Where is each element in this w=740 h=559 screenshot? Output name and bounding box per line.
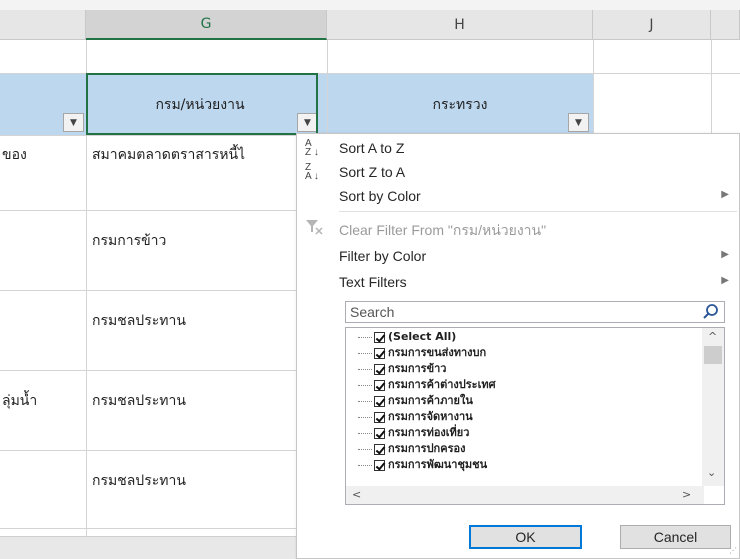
column-header-g[interactable]: G (86, 10, 327, 40)
checkbox-checked[interactable] (374, 427, 385, 439)
ok-button[interactable]: OK (469, 525, 582, 549)
text-filters-label: Text Filters (339, 274, 407, 290)
submenu-arrow-icon: ▶ (721, 189, 729, 200)
sort-a-to-z-label: Sort A to Z (339, 140, 405, 156)
filter-values-list[interactable]: (Select All) กรมการขนส่งทางบก กรมการข้าว… (345, 327, 725, 505)
checkbox-checked[interactable] (374, 331, 385, 343)
filter-dropdown-button-f[interactable]: ▼ (63, 113, 84, 132)
sort-z-to-a-item[interactable]: ZA ↓ Sort Z to A (297, 160, 740, 184)
checkbox-checked[interactable] (374, 379, 385, 391)
list-vertical-scrollbar[interactable]: ^ ⌄ (702, 328, 724, 486)
list-item-label: กรมการปกครอง (388, 442, 466, 455)
cell-g-row3[interactable]: กรมชลประทาน (92, 310, 295, 332)
column-header-h-label: H (454, 16, 465, 33)
sort-by-color-label: Sort by Color (339, 188, 421, 204)
list-item[interactable]: กรมการขนส่งทางบก (358, 346, 486, 360)
filter-by-color-item[interactable]: Filter by Color ▶ (297, 244, 740, 268)
checkbox-checked[interactable] (374, 411, 385, 423)
list-item[interactable]: กรมการค้าต่างประเทศ (358, 378, 496, 392)
sort-a-to-z-item[interactable]: AZ ↓ Sort A to Z (297, 136, 740, 160)
checkbox-checked[interactable] (374, 395, 385, 407)
cell-g-row1[interactable]: สมาคมตลาดตราสารหนี้ไ (92, 144, 295, 166)
list-item[interactable]: กรมการปกครอง (358, 442, 465, 456)
column-header-f[interactable] (0, 10, 86, 40)
list-item[interactable]: (Select All) (358, 330, 456, 344)
sort-ascending-icon: AZ ↓ (305, 138, 319, 158)
list-item[interactable]: กรมการท่องเที่ยว (358, 426, 469, 440)
resize-grip-icon[interactable]: ⋰ (729, 546, 737, 555)
cancel-button[interactable]: Cancel (620, 525, 731, 549)
list-item-label: กรมการขนส่งทางบก (388, 346, 487, 359)
cell-g-row5[interactable]: กรมชลประทาน (92, 470, 295, 492)
filter-menu: AZ ↓ Sort A to Z ZA ↓ Sort Z to A Sort b… (296, 133, 740, 559)
clear-filter-label: Clear Filter From "กรม/หน่วยงาน" (339, 222, 547, 238)
cell-f-row1[interactable]: ของ (2, 144, 82, 166)
search-icon (702, 303, 720, 321)
cell-g-row2[interactable]: กรมการข้าว (92, 230, 295, 252)
list-item-label: กรมการพัฒนาชุมชน (388, 458, 488, 471)
list-item-label: กรมการข้าว (388, 362, 447, 375)
filter-dropdown-button-h[interactable]: ▼ (568, 113, 589, 132)
menu-separator (339, 211, 737, 212)
ribbon-edge (0, 0, 740, 10)
checkbox-checked[interactable] (374, 443, 385, 455)
clear-filter-item[interactable]: Clear Filter From "กรม/หน่วยงาน" (297, 216, 740, 240)
list-item-label: (Select All) (388, 330, 457, 343)
checkbox-checked[interactable] (374, 459, 385, 471)
chevron-down-icon[interactable]: ⌄ (707, 466, 716, 479)
list-item[interactable]: กรมการพัฒนาชุมชน (358, 458, 487, 472)
chevron-up-icon[interactable]: ^ (708, 330, 717, 343)
column-header-g-label: G (200, 16, 212, 32)
checkbox-checked[interactable] (374, 363, 385, 375)
filter-by-color-label: Filter by Color (339, 248, 427, 264)
text-filters-item[interactable]: Text Filters ▶ (297, 270, 740, 294)
column-header-k[interactable] (711, 10, 740, 40)
sort-descending-icon: ZA ↓ (305, 162, 319, 182)
chevron-down-icon: ▼ (70, 117, 77, 128)
scrollbar-thumb[interactable] (704, 346, 722, 364)
column-header-j-label: J (649, 16, 654, 33)
sort-by-color-item[interactable]: Sort by Color ▶ (297, 184, 740, 208)
clear-filter-icon (305, 219, 325, 237)
chevron-down-icon: ▼ (575, 117, 582, 128)
list-item-label: กรมการค้าภายใน (388, 394, 473, 407)
sort-z-to-a-label: Sort Z to A (339, 164, 406, 180)
list-item[interactable]: กรมการค้าภายใน (358, 394, 473, 408)
submenu-arrow-icon: ▶ (721, 275, 729, 286)
chevron-left-icon[interactable]: < (352, 488, 361, 501)
list-item[interactable]: กรมการข้าว (358, 362, 446, 376)
list-item-label: กรมการค้าต่างประเทศ (388, 378, 496, 391)
search-placeholder: Search (350, 304, 395, 320)
search-input[interactable]: Search (345, 301, 725, 323)
checkbox-checked[interactable] (374, 347, 385, 359)
cell-g-row4[interactable]: กรมชลประทาน (92, 390, 295, 412)
header-label-h: กระทรวง (432, 97, 488, 113)
cell-f-row4[interactable]: ลุ่มน้ำ (2, 390, 82, 412)
column-header-j[interactable]: J (593, 10, 711, 40)
column-header-h[interactable]: H (327, 10, 593, 40)
list-item-label: กรมการจัดหางาน (388, 410, 473, 423)
chevron-right-icon[interactable]: > (682, 488, 691, 501)
list-item-label: กรมการท่องเที่ยว (388, 426, 470, 439)
list-horizontal-scrollbar[interactable]: < > (346, 486, 704, 504)
submenu-arrow-icon: ▶ (721, 249, 729, 260)
list-item[interactable]: กรมการจัดหางาน (358, 410, 473, 424)
active-cell-border (86, 73, 318, 135)
